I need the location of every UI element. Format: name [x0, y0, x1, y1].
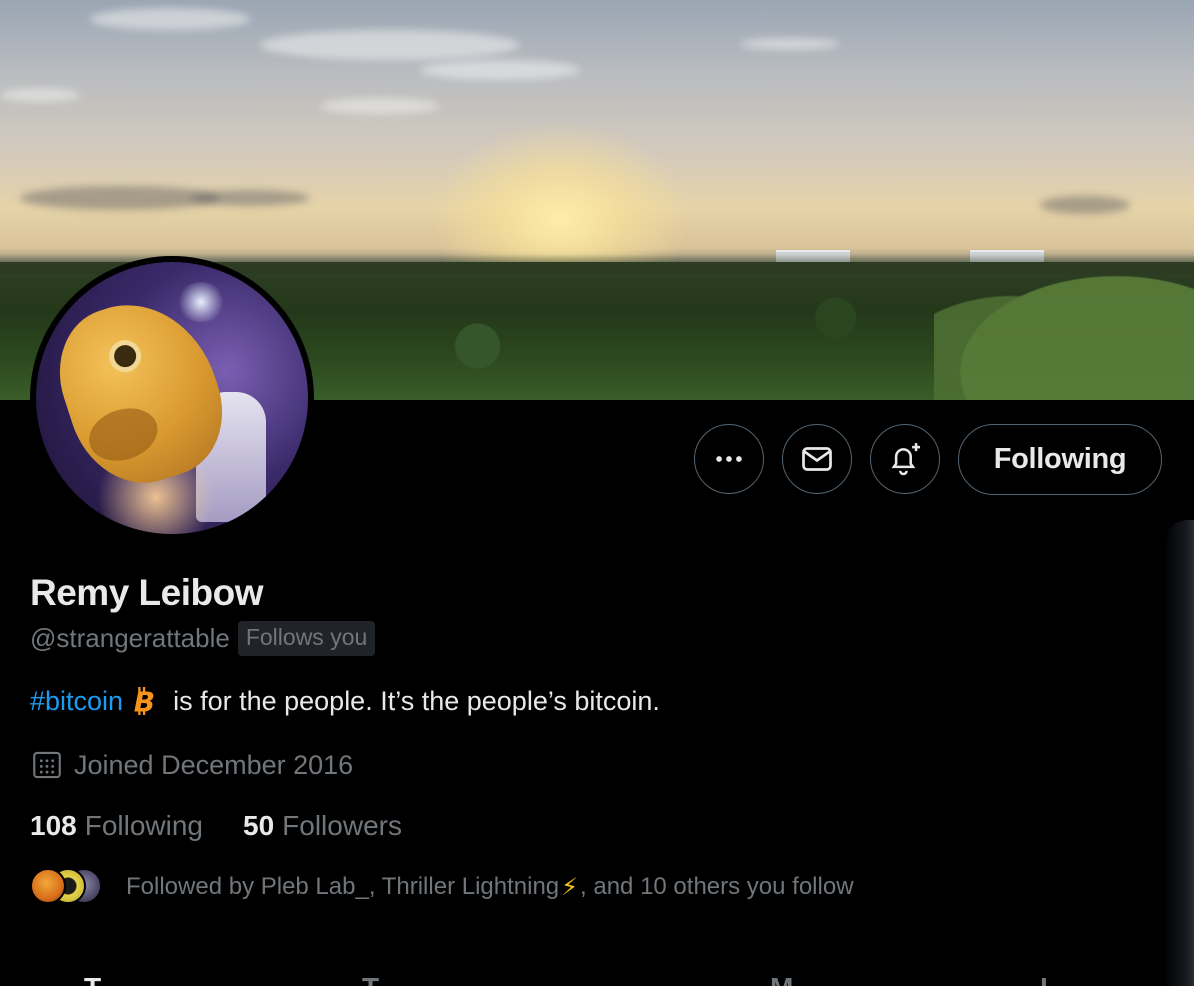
bitcoin-hashtag-link[interactable]: #bitcoin [30, 686, 123, 717]
following-button[interactable]: Following [958, 424, 1162, 495]
follow-stats: 108 Following 50 Followers [30, 810, 402, 842]
banner-cloud [260, 30, 520, 60]
more-icon [716, 456, 742, 462]
lightning-icon: ⚡ [561, 873, 579, 901]
banner-cloud [1040, 196, 1130, 214]
following-label: Following [84, 810, 203, 841]
followers-label: Followers [282, 810, 402, 841]
more-button[interactable] [694, 424, 764, 494]
profile-name: Remy Leibow [30, 572, 264, 613]
banner-cloud [740, 38, 840, 50]
profile-page: Following Remy Leibow @strangerattable F… [0, 0, 1194, 986]
avatar-light [176, 282, 226, 322]
profile-tabs: T T M L [0, 972, 1194, 986]
following-count-link[interactable]: 108 Following [30, 810, 203, 842]
calendar-icon [33, 751, 61, 779]
banner-tree [934, 260, 1194, 400]
banner-cloud [0, 88, 80, 102]
followed-by-text: Followed by Pleb Lab_, Thriller Lightnin… [126, 873, 560, 900]
joined-date: Joined December 2016 [30, 748, 353, 782]
profile-avatar[interactable] [30, 256, 314, 540]
tab-tweets[interactable]: T [84, 972, 101, 986]
handle-row: @strangerattable Follows you [30, 618, 376, 658]
mail-icon [802, 447, 832, 471]
tab-tweets-replies[interactable]: T [362, 972, 379, 986]
banner-cloud [190, 190, 310, 206]
notify-button[interactable] [870, 424, 940, 494]
joined-text: Joined December 2016 [74, 749, 354, 780]
follower-avatars [30, 868, 104, 906]
tab-media[interactable]: M [770, 972, 793, 986]
followed-by-link[interactable]: Followed by Pleb Lab_, Thriller Lightnin… [30, 868, 854, 906]
banner-cloud [90, 8, 250, 30]
bitcoin-icon: B [131, 684, 159, 718]
followed-by-suffix: , and 10 others you follow [580, 873, 854, 900]
profile-handle: @strangerattable [30, 622, 230, 653]
tab-likes[interactable]: L [1040, 972, 1057, 986]
sidebar-edge [1164, 520, 1194, 986]
followers-count-link[interactable]: 50 Followers [243, 810, 402, 842]
bell-plus-icon [891, 443, 921, 476]
avatar-image [36, 262, 308, 534]
profile-bio: #bitcoin B is for the people. It’s the p… [30, 684, 660, 718]
following-count: 108 [30, 810, 77, 841]
avatar [30, 868, 66, 904]
follows-you-badge: Follows you [237, 620, 376, 656]
banner-cloud [420, 60, 580, 80]
message-button[interactable] [782, 424, 852, 494]
bio-text: is for the people. It’s the people’s bit… [173, 685, 660, 716]
followers-count: 50 [243, 810, 275, 841]
banner-cloud [320, 98, 440, 114]
